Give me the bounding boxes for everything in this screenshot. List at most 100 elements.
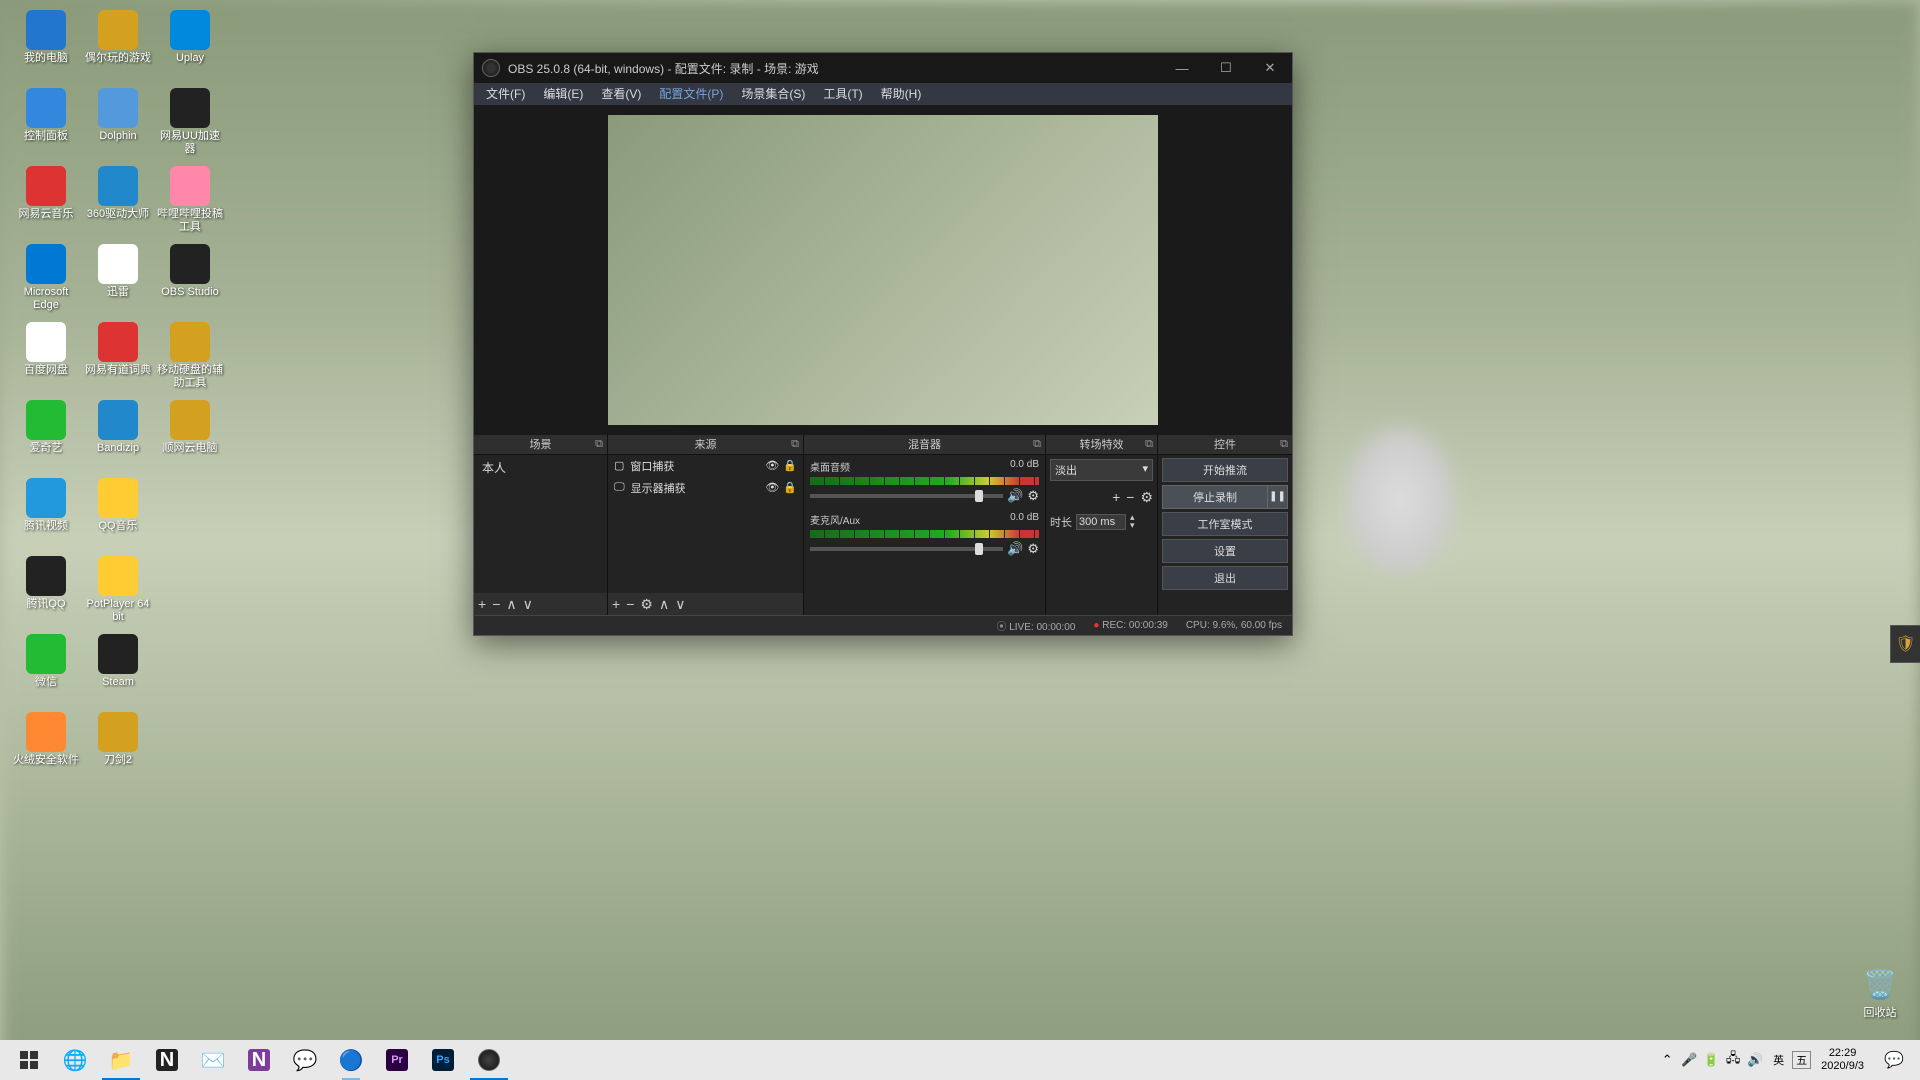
- settings-button[interactable]: 设置: [1162, 539, 1288, 563]
- tray-overflow-button[interactable]: ⌃: [1657, 1040, 1677, 1080]
- obs-titlebar[interactable]: OBS 25.0.8 (64-bit, windows) - 配置文件: 录制 …: [474, 53, 1292, 83]
- tray-network-icon[interactable]: 🖧: [1723, 1040, 1743, 1080]
- scene-up-button[interactable]: ∧: [506, 596, 516, 613]
- taskbar-clock[interactable]: 22:29 2020/9/3: [1813, 1047, 1872, 1073]
- start-streaming-button[interactable]: 开始推流: [1162, 458, 1288, 482]
- remove-source-button[interactable]: −: [626, 596, 634, 612]
- add-scene-button[interactable]: +: [478, 596, 486, 612]
- tray-mic-icon[interactable]: 🎤: [1679, 1040, 1699, 1080]
- spinner-icon[interactable]: ▴▾: [1130, 514, 1135, 528]
- maximize-button[interactable]: ☐: [1204, 53, 1248, 83]
- desktop-icon[interactable]: 迅雷: [82, 244, 154, 322]
- channel-settings-icon[interactable]: ⚙: [1027, 488, 1039, 504]
- desktop-icon[interactable]: 360驱动大师: [82, 166, 154, 244]
- taskbar-premiere[interactable]: Pr: [374, 1040, 420, 1080]
- desktop-icon[interactable]: 火绒安全软件: [10, 712, 82, 790]
- popout-icon[interactable]: ⧉: [1280, 438, 1288, 451]
- volume-slider[interactable]: [810, 494, 1003, 498]
- taskbar-edge[interactable]: 🌐: [52, 1040, 98, 1080]
- desktop-icon[interactable]: 我的电脑: [10, 10, 82, 88]
- menu-scene-collection[interactable]: 场景集合(S): [733, 83, 813, 104]
- desktop-icon[interactable]: 腾讯QQ: [10, 556, 82, 634]
- pause-recording-button[interactable]: ❚❚: [1268, 485, 1288, 509]
- taskbar-wechat[interactable]: 💬: [282, 1040, 328, 1080]
- minimize-button[interactable]: —: [1160, 53, 1204, 83]
- scene-down-button[interactable]: ∨: [523, 596, 533, 613]
- taskbar-obs[interactable]: [466, 1040, 512, 1080]
- menu-tools[interactable]: 工具(T): [815, 83, 870, 104]
- source-item[interactable]: ▢窗口捕获👁🔒: [608, 455, 803, 477]
- desktop-icon[interactable]: Dolphin: [82, 88, 154, 166]
- studio-mode-button[interactable]: 工作室模式: [1162, 512, 1288, 536]
- source-down-button[interactable]: ∨: [675, 596, 685, 613]
- desktop-icon[interactable]: 顺网云电脑: [154, 400, 226, 478]
- remove-transition-button[interactable]: −: [1126, 489, 1134, 506]
- mute-icon[interactable]: 🔊: [1007, 488, 1023, 504]
- edge-trash-widget[interactable]: 🛡: [1890, 625, 1920, 663]
- add-source-button[interactable]: +: [612, 596, 620, 612]
- popout-icon[interactable]: ⧉: [791, 438, 799, 451]
- recycle-bin[interactable]: 🗑️ 回收站: [1860, 964, 1900, 1020]
- transition-properties-button[interactable]: ⚙: [1140, 489, 1153, 506]
- taskbar-notion[interactable]: N: [144, 1040, 190, 1080]
- desktop-icon[interactable]: 百度网盘: [10, 322, 82, 400]
- desktop-icon[interactable]: 腾讯视频: [10, 478, 82, 556]
- menu-edit[interactable]: 编辑(E): [535, 83, 591, 104]
- start-button[interactable]: [6, 1040, 52, 1080]
- tray-volume-icon[interactable]: 🔊: [1745, 1040, 1765, 1080]
- desktop-icon[interactable]: QQ音乐: [82, 478, 154, 556]
- desktop-icon[interactable]: Bandizip: [82, 400, 154, 478]
- desktop-icon[interactable]: 网易云音乐: [10, 166, 82, 244]
- channel-settings-icon[interactable]: ⚙: [1027, 541, 1039, 557]
- add-transition-button[interactable]: +: [1112, 489, 1120, 506]
- desktop-icon[interactable]: Microsoft Edge: [10, 244, 82, 322]
- scene-item[interactable]: 本人: [474, 455, 607, 480]
- menu-help[interactable]: 帮助(H): [873, 83, 930, 104]
- desktop-icon[interactable]: 偶尔玩的游戏: [82, 10, 154, 88]
- desktop-icon[interactable]: 微信: [10, 634, 82, 712]
- popout-icon[interactable]: ⧉: [1145, 438, 1153, 451]
- ime-indicator-1[interactable]: 英: [1767, 1052, 1790, 1068]
- exit-button[interactable]: 退出: [1162, 566, 1288, 590]
- obs-preview-area[interactable]: [474, 105, 1292, 435]
- close-button[interactable]: ✕: [1248, 53, 1292, 83]
- transition-duration-input[interactable]: [1076, 514, 1126, 530]
- taskbar-onenote[interactable]: N: [236, 1040, 282, 1080]
- action-center-button[interactable]: 💬: [1874, 1050, 1914, 1070]
- taskbar-explorer[interactable]: 📁: [98, 1040, 144, 1080]
- lock-icon[interactable]: 🔒: [783, 481, 797, 494]
- taskbar-chrome[interactable]: 🔵: [328, 1040, 374, 1080]
- source-up-button[interactable]: ∧: [659, 596, 669, 613]
- menu-file[interactable]: 文件(F): [478, 83, 533, 104]
- desktop-icon[interactable]: 移动硬盘的辅助工具: [154, 322, 226, 400]
- desktop-icon[interactable]: Uplay: [154, 10, 226, 88]
- desktop-icon[interactable]: 哔哩哔哩投稿工具: [154, 166, 226, 244]
- desktop-icon[interactable]: 网易UU加速器: [154, 88, 226, 166]
- desktop-icon[interactable]: 爱奇艺: [10, 400, 82, 478]
- popout-icon[interactable]: ⧉: [1033, 438, 1041, 451]
- visibility-icon[interactable]: 👁: [765, 459, 779, 472]
- desktop-icon[interactable]: 网易有道词典: [82, 322, 154, 400]
- desktop-icon[interactable]: 刀剑2: [82, 712, 154, 790]
- volume-slider[interactable]: [810, 547, 1003, 551]
- desktop-icon[interactable]: PotPlayer 64 bit: [82, 556, 154, 634]
- desktop-icon[interactable]: Steam: [82, 634, 154, 712]
- source-item[interactable]: 🖵显示器捕获👁🔒: [608, 477, 803, 499]
- desktop-icon[interactable]: 控制面板: [10, 88, 82, 166]
- app-icon: [26, 478, 66, 518]
- popout-icon[interactable]: ⧉: [595, 438, 603, 451]
- visibility-icon[interactable]: 👁: [765, 481, 779, 494]
- remove-scene-button[interactable]: −: [492, 596, 500, 612]
- stop-recording-button[interactable]: 停止录制: [1162, 485, 1268, 509]
- transition-select[interactable]: 淡出 ▾: [1050, 459, 1153, 481]
- tray-battery-icon[interactable]: 🔋: [1701, 1040, 1721, 1080]
- ime-indicator-2[interactable]: 五: [1792, 1051, 1811, 1069]
- taskbar-mail[interactable]: ✉️: [190, 1040, 236, 1080]
- lock-icon[interactable]: 🔒: [783, 459, 797, 472]
- menu-view[interactable]: 查看(V): [593, 83, 649, 104]
- taskbar-photoshop[interactable]: Ps: [420, 1040, 466, 1080]
- desktop-icon[interactable]: OBS Studio: [154, 244, 226, 322]
- source-properties-button[interactable]: ⚙: [640, 596, 653, 613]
- menu-profile[interactable]: 配置文件(P): [651, 83, 731, 104]
- mute-icon[interactable]: 🔊: [1007, 541, 1023, 557]
